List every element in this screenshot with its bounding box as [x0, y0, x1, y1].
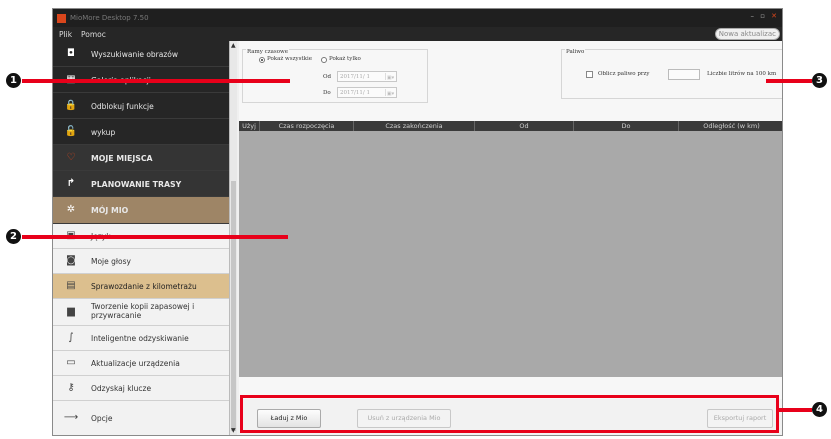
lock-icon: 🔒	[64, 100, 78, 111]
sidebar-item-label: PLANOWANIE TRASY	[91, 180, 182, 189]
sidebar-item-label: Inteligentne odzyskiwanie	[91, 334, 189, 343]
mileage-report-panel: Ramy czasowe Pokaż wszystkie Pokaż tylko…	[239, 41, 782, 435]
heart-icon: ♡	[66, 152, 76, 163]
menu-file[interactable]: Plik	[59, 30, 72, 39]
menu-bar: Plik Pomoc	[53, 27, 782, 41]
scroll-down-icon[interactable]: ▼	[231, 427, 236, 434]
recovery-icon: ∫	[68, 332, 74, 343]
show-only-radio[interactable]	[321, 57, 327, 63]
title-bar: MioMore Desktop 7.50 – ▫ ✕	[53, 9, 782, 27]
table-body[interactable]	[239, 131, 782, 377]
sidebar-item-backup-restore[interactable]: ▆ Tworzenie kopii zapasowej i przywracan…	[53, 299, 229, 326]
window-title: MioMore Desktop 7.50	[70, 14, 149, 22]
app-logo-icon	[57, 14, 66, 23]
calculate-fuel-label: Oblicz paliwo przy	[598, 71, 650, 77]
sidebar-item-purchase[interactable]: 🔓 wykup	[53, 119, 229, 145]
sidebar-item-label: MOJE MIEJSCA	[91, 154, 153, 163]
to-date-value: 2017/11/ 1	[340, 90, 370, 96]
callout-badge-1: 1	[6, 73, 21, 88]
sidebar-item-unlock-features[interactable]: 🔒 Odblokuj funkcje	[53, 93, 229, 119]
sidebar-item-image-search[interactable]: ◘ Wyszukiwanie obrazów	[53, 41, 229, 67]
to-date-picker[interactable]: 2017/11/ 1 ▣▾	[337, 87, 397, 98]
calendar-dropdown-icon[interactable]: ▣▾	[385, 89, 395, 97]
scrollbar-thumb[interactable]	[231, 181, 236, 431]
callout-line-2	[22, 235, 288, 239]
camera-icon: ◘	[67, 48, 75, 59]
sidebar-item-label: Wyszukiwanie obrazów	[91, 50, 179, 59]
menu-help[interactable]: Pomoc	[81, 30, 106, 39]
sidebar-item-device-updates[interactable]: ▭ Aktualizacje urządzenia	[53, 351, 229, 376]
column-header-distance[interactable]: Odległość (w km)	[679, 122, 782, 130]
sidebar-item-label: Odblokuj funkcje	[91, 102, 154, 111]
odometer-icon: ▤	[66, 280, 76, 291]
key-icon: ⚷	[67, 382, 75, 393]
lock-pro-icon: 🔓	[64, 126, 78, 137]
sidebar-item-label: Opcje	[91, 414, 113, 423]
show-all-radio[interactable]	[259, 57, 265, 63]
table-header: Użyj Czas rozpoczęcia Czas zakończenia O…	[239, 121, 782, 131]
sidebar-item-options[interactable]: ⟶ Opcje	[53, 401, 229, 435]
show-all-label: Pokaż wszystkie	[267, 56, 312, 62]
callout-badge-4: 4	[812, 402, 827, 417]
sidebar-item-my-voices[interactable]: ◙ Moje głosy	[53, 249, 229, 274]
column-header-use[interactable]: Użyj	[239, 122, 259, 130]
callout-line-3	[766, 79, 812, 83]
show-only-label: Pokaż tylko	[329, 56, 361, 62]
app-window: MioMore Desktop 7.50 – ▫ ✕ Plik Pomoc No…	[52, 8, 783, 436]
callout-badge-2: 2	[6, 229, 21, 244]
time-range-group: Ramy czasowe Pokaż wszystkie Pokaż tylko…	[242, 49, 428, 103]
new-update-button[interactable]: Nowa aktualizac	[714, 28, 780, 40]
from-date-picker[interactable]: 2017/11/ 1 ▣▾	[337, 71, 397, 82]
group-title: Paliwo	[565, 49, 586, 55]
column-header-start-time[interactable]: Czas rozpoczęcia	[260, 122, 353, 130]
minimize-button[interactable]: –	[751, 12, 755, 20]
column-header-to[interactable]: Do	[574, 122, 678, 130]
column-header-end-time[interactable]: Czas zakończenia	[354, 122, 474, 130]
backup-icon: ▆	[67, 306, 75, 317]
sidebar-section-route-planning[interactable]: ↱ PLANOWANIE TRASY	[53, 171, 229, 197]
sidebar-item-label: Moje głosy	[91, 257, 131, 266]
fuel-group: Paliwo Oblicz paliwo przy Liczbie litrów…	[561, 49, 782, 99]
sidebar-item-label: Aktualizacje urządzenia	[91, 359, 180, 368]
gear-icon: ✲	[66, 204, 76, 215]
from-date-value: 2017/11/ 1	[340, 74, 370, 80]
sidebar-item-label: wykup	[91, 128, 116, 137]
callout-badge-3: 3	[812, 73, 827, 88]
sidebar-item-recover-keys[interactable]: ⚷ Odzyskaj klucze	[53, 376, 229, 401]
scroll-up-icon[interactable]: ▲	[231, 42, 236, 49]
callout-line-4	[779, 408, 812, 412]
calendar-dropdown-icon[interactable]: ▣▾	[385, 73, 395, 81]
sidebar-item-smart-recovery[interactable]: ∫ Inteligentne odzyskiwanie	[53, 326, 229, 351]
options-icon: ⟶	[63, 412, 79, 423]
callout-line-1	[22, 79, 290, 83]
calculate-fuel-checkbox[interactable]	[586, 71, 593, 78]
sidebar-item-label: Odzyskaj klucze	[91, 384, 152, 393]
column-header-from[interactable]: Od	[475, 122, 573, 130]
action-bar-highlight	[240, 395, 779, 433]
to-label: Do	[323, 90, 331, 96]
maximize-button[interactable]: ▫	[760, 12, 765, 20]
liters-per-100km-label: Liczbie litrów na 100 km	[707, 71, 777, 77]
sidebar-item-label: MÓJ MIO	[91, 206, 129, 215]
liters-per-100km-input[interactable]	[668, 69, 700, 80]
from-label: Od	[323, 74, 332, 80]
sidebar-item-label: Tworzenie kopii zapasowej i przywracanie	[91, 302, 195, 320]
trips-table: Użyj Czas rozpoczęcia Czas zakończenia O…	[239, 121, 782, 377]
sidebar-item-label: Sprawozdanie z kilometrażu	[91, 282, 197, 291]
device-update-icon: ▭	[66, 357, 76, 368]
sidebar-section-my-places[interactable]: ♡ MOJE MIEJSCA	[53, 145, 229, 171]
sidebar-item-mileage-report[interactable]: ▤ Sprawozdanie z kilometrażu	[53, 274, 229, 299]
sidebar-section-my-mio[interactable]: ✲ MÓJ MIO	[53, 197, 229, 224]
route-icon: ↱	[66, 178, 76, 189]
close-button[interactable]: ✕	[771, 12, 777, 20]
voices-icon: ◙	[66, 255, 76, 266]
group-title: Ramy czasowe	[246, 49, 289, 55]
